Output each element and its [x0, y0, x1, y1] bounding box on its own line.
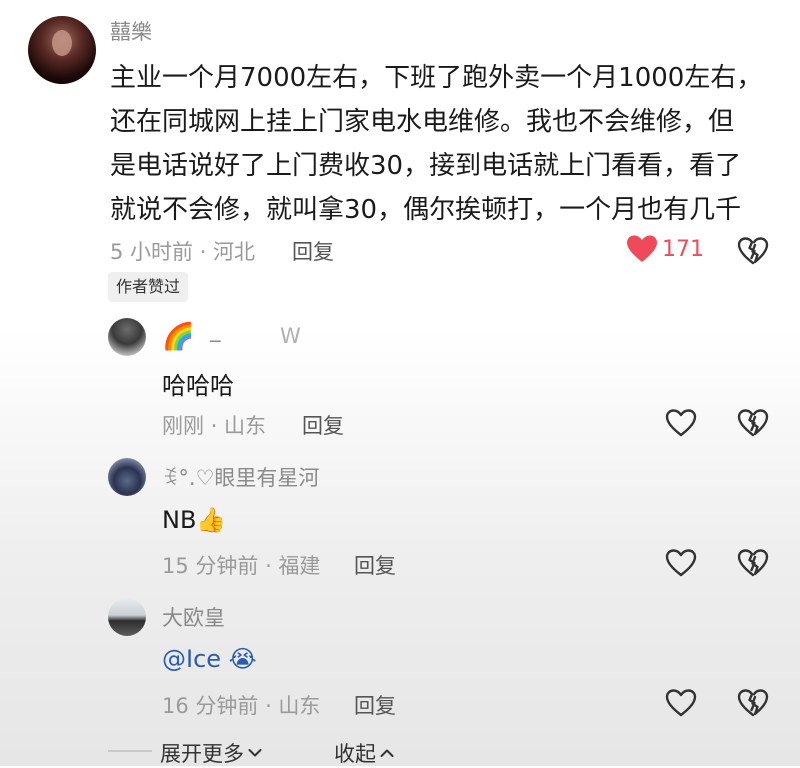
- dislike-button[interactable]: [736, 234, 770, 268]
- comment-body: 主业一个月7000左右，下班了跑外卖一个月1000左右， 还在同城网上挂上门家电…: [110, 56, 770, 232]
- heart-outline-icon: [665, 548, 697, 578]
- comment-line: 主业一个月7000左右，下班了跑外卖一个月1000左右，: [110, 63, 763, 93]
- broken-heart-icon: [737, 688, 769, 718]
- reply-button[interactable]: 回复: [302, 410, 344, 440]
- reply-button[interactable]: 回复: [354, 690, 396, 720]
- broken-heart-icon: [737, 236, 769, 266]
- dislike-button[interactable]: [736, 546, 770, 580]
- avatar[interactable]: [108, 318, 146, 356]
- heart-filled-icon: [626, 234, 658, 264]
- comment-meta: 5 小时前 · 河北: [110, 240, 256, 264]
- divider: [108, 750, 152, 752]
- dislike-button[interactable]: [736, 686, 770, 720]
- like-button[interactable]: 171: [626, 234, 704, 264]
- collapse-button[interactable]: 收起: [334, 738, 394, 768]
- heart-outline-icon: [665, 688, 697, 718]
- like-count: 171: [662, 236, 704, 262]
- broken-heart-icon: [737, 408, 769, 438]
- broken-heart-icon: [737, 548, 769, 578]
- comment-line: 还在同城网上挂上门家电水电维修。我也不会维修，但: [110, 107, 735, 137]
- reply-author-tail[interactable]: W: [280, 324, 301, 348]
- reply-button[interactable]: 回复: [292, 236, 334, 266]
- reply-text: NB👍: [162, 506, 227, 534]
- dislike-button[interactable]: [736, 406, 770, 440]
- comment-line: 就说不会修，就叫拿30，偶尔挨顿打，一个月也有几千: [110, 195, 742, 225]
- reply-author[interactable]: 大欧皇: [162, 602, 225, 632]
- collapse-label: 收起: [334, 742, 376, 766]
- expand-more-button[interactable]: 展开更多: [160, 738, 262, 768]
- like-button[interactable]: [664, 406, 698, 440]
- expand-more-label: 展开更多: [160, 742, 244, 766]
- reply-meta: 16 分钟前 · 山东: [162, 694, 321, 718]
- avatar[interactable]: [108, 458, 146, 496]
- comment-author[interactable]: 囍樂: [110, 16, 152, 46]
- comment-line: 是电话说好了上门费收30，接到电话就上门看看，看了: [110, 151, 742, 181]
- author-liked-badge: 作者赞过: [108, 272, 189, 302]
- like-button[interactable]: [664, 686, 698, 720]
- heart-outline-icon: [665, 408, 697, 438]
- chevron-down-icon: [248, 748, 262, 758]
- reply-meta: 15 分钟前 · 福建: [162, 554, 321, 578]
- reply-text: 哈哈哈: [162, 372, 234, 400]
- reply-text: @Ice 😭: [162, 645, 257, 673]
- reply-author[interactable]: _: [210, 318, 221, 342]
- reply-button[interactable]: 回复: [354, 550, 396, 580]
- reply-meta: 刚刚 · 山东: [162, 414, 267, 438]
- avatar[interactable]: [28, 16, 96, 84]
- avatar[interactable]: [108, 598, 146, 636]
- chevron-up-icon: [380, 748, 394, 758]
- reply-author[interactable]: ꉂ°.♡眼里有星河: [162, 462, 319, 492]
- like-button[interactable]: [664, 546, 698, 580]
- reply-author-emoji[interactable]: 🌈: [162, 322, 194, 352]
